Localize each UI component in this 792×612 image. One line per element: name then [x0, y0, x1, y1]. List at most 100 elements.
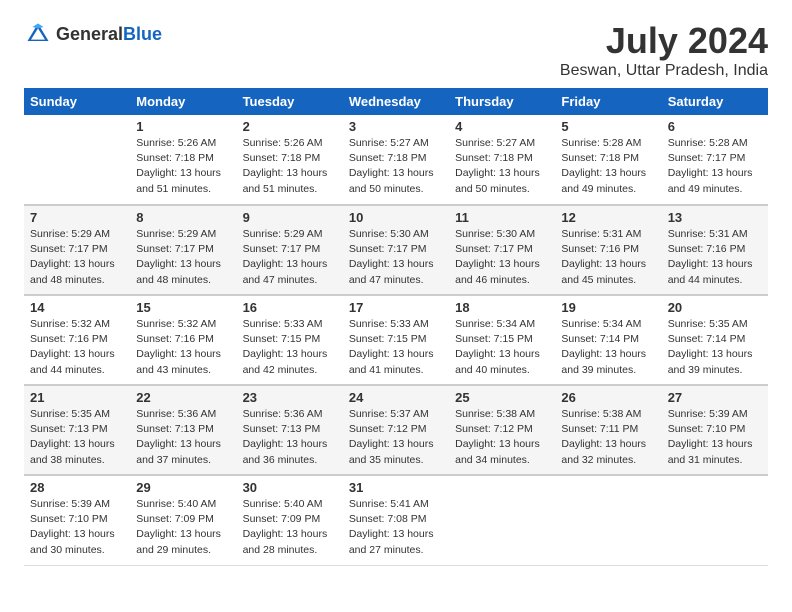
day-number: 14 [30, 300, 124, 315]
day-details: Sunrise: 5:35 AMSunset: 7:14 PMDaylight:… [668, 317, 762, 378]
calendar-cell: 14 Sunrise: 5:32 AMSunset: 7:16 PMDayligh… [24, 295, 130, 385]
calendar-cell: 2Sunrise: 5:26 AMSunset: 7:18 PMDaylight… [237, 115, 343, 205]
day-number: 8 [136, 210, 230, 225]
day-number: 31 [349, 480, 443, 495]
day-number: 1 [136, 119, 230, 134]
calendar-cell: 29 Sunrise: 5:40 AMSunset: 7:09 PMDayligh… [130, 475, 236, 565]
day-details: Sunrise: 5:29 AMSunset: 7:17 PMDaylight:… [243, 227, 337, 288]
logo-text-blue: Blue [123, 24, 162, 44]
calendar-cell: 6 Sunrise: 5:28 AMSunset: 7:17 PMDaylight… [662, 115, 768, 205]
calendar-cell [449, 475, 555, 565]
day-details: Sunrise: 5:30 AMSunset: 7:17 PMDaylight:… [349, 227, 443, 288]
day-number: 12 [561, 210, 655, 225]
day-details: Sunrise: 5:29 AMSunset: 7:17 PMDaylight:… [30, 227, 124, 288]
column-header-sunday: Sunday [24, 88, 130, 115]
day-number: 18 [455, 300, 549, 315]
day-number: 4 [455, 119, 549, 134]
main-title: July 2024 [560, 20, 768, 62]
day-details: Sunrise: 5:32 AMSunset: 7:16 PMDaylight:… [136, 317, 230, 378]
day-number: 19 [561, 300, 655, 315]
calendar-cell: 5 Sunrise: 5:28 AMSunset: 7:18 PMDaylight… [555, 115, 661, 205]
day-details: Sunrise: 5:31 AMSunset: 7:16 PMDaylight:… [668, 227, 762, 288]
calendar-cell: 26Sunrise: 5:38 AMSunset: 7:11 PMDayligh… [555, 385, 661, 475]
calendar-cell: 4 Sunrise: 5:27 AMSunset: 7:18 PMDaylight… [449, 115, 555, 205]
day-details: Sunrise: 5:27 AMSunset: 7:18 PMDaylight:… [455, 136, 549, 197]
calendar-cell: 21 Sunrise: 5:35 AMSunset: 7:13 PMDayligh… [24, 385, 130, 475]
calendar-cell: 7 Sunrise: 5:29 AMSunset: 7:17 PMDaylight… [24, 205, 130, 295]
day-number: 29 [136, 480, 230, 495]
calendar-cell: 8Sunrise: 5:29 AMSunset: 7:17 PMDaylight… [130, 205, 236, 295]
day-number: 30 [243, 480, 337, 495]
calendar-cell: 19Sunrise: 5:34 AMSunset: 7:14 PMDayligh… [555, 295, 661, 385]
calendar-cell: 18 Sunrise: 5:34 AMSunset: 7:15 PMDayligh… [449, 295, 555, 385]
calendar-cell: 16 Sunrise: 5:33 AMSunset: 7:15 PMDayligh… [237, 295, 343, 385]
day-details: Sunrise: 5:40 AMSunset: 7:09 PMDaylight:… [136, 497, 230, 558]
day-number: 17 [349, 300, 443, 315]
day-number: 2 [243, 119, 337, 134]
day-number: 22 [136, 390, 230, 405]
day-number: 13 [668, 210, 762, 225]
calendar-week-row: 14 Sunrise: 5:32 AMSunset: 7:16 PMDayligh… [24, 295, 768, 385]
calendar-cell: 23 Sunrise: 5:36 AMSunset: 7:13 PMDayligh… [237, 385, 343, 475]
day-number: 23 [243, 390, 337, 405]
calendar-cell [662, 475, 768, 565]
day-number: 28 [30, 480, 124, 495]
day-number: 25 [455, 390, 549, 405]
day-details: Sunrise: 5:36 AMSunset: 7:13 PMDaylight:… [243, 407, 337, 468]
calendar-cell: 15 Sunrise: 5:32 AMSunset: 7:16 PMDayligh… [130, 295, 236, 385]
day-details: Sunrise: 5:40 AMSunset: 7:09 PMDaylight:… [243, 497, 337, 558]
column-header-saturday: Saturday [662, 88, 768, 115]
calendar-cell [555, 475, 661, 565]
calendar-week-row: 1 Sunrise: 5:26 AMSunset: 7:18 PMDaylight… [24, 115, 768, 205]
day-number: 7 [30, 210, 124, 225]
calendar-cell: 28 Sunrise: 5:39 AMSunset: 7:10 PMDayligh… [24, 475, 130, 565]
calendar-cell: 11Sunrise: 5:30 AMSunset: 7:17 PMDayligh… [449, 205, 555, 295]
day-number: 10 [349, 210, 443, 225]
day-details: Sunrise: 5:26 AMSunset: 7:18 PMDaylight:… [136, 136, 230, 197]
day-number: 26 [561, 390, 655, 405]
day-number: 20 [668, 300, 762, 315]
calendar-cell: 30 Sunrise: 5:40 AMSunset: 7:09 PMDayligh… [237, 475, 343, 565]
day-details: Sunrise: 5:31 AMSunset: 7:16 PMDaylight:… [561, 227, 655, 288]
day-details: Sunrise: 5:39 AMSunset: 7:10 PMDaylight:… [30, 497, 124, 558]
day-details: Sunrise: 5:37 AMSunset: 7:12 PMDaylight:… [349, 407, 443, 468]
day-number: 16 [243, 300, 337, 315]
day-details: Sunrise: 5:39 AMSunset: 7:10 PMDaylight:… [668, 407, 762, 468]
day-details: Sunrise: 5:28 AMSunset: 7:18 PMDaylight:… [561, 136, 655, 197]
day-number: 21 [30, 390, 124, 405]
logo-text-general: General [56, 24, 123, 44]
day-details: Sunrise: 5:28 AMSunset: 7:17 PMDaylight:… [668, 136, 762, 197]
calendar-cell: 1 Sunrise: 5:26 AMSunset: 7:18 PMDaylight… [130, 115, 236, 205]
calendar-cell: 12 Sunrise: 5:31 AMSunset: 7:16 PMDayligh… [555, 205, 661, 295]
calendar-cell [24, 115, 130, 205]
title-area: July 2024 Beswan, Uttar Pradesh, India [560, 20, 768, 80]
calendar-cell: 13 Sunrise: 5:31 AMSunset: 7:16 PMDayligh… [662, 205, 768, 295]
day-details: Sunrise: 5:33 AMSunset: 7:15 PMDaylight:… [243, 317, 337, 378]
day-number: 5 [561, 119, 655, 134]
calendar-cell: 10 Sunrise: 5:30 AMSunset: 7:17 PMDayligh… [343, 205, 449, 295]
day-number: 15 [136, 300, 230, 315]
column-header-thursday: Thursday [449, 88, 555, 115]
day-details: Sunrise: 5:36 AMSunset: 7:13 PMDaylight:… [136, 407, 230, 468]
calendar-cell: 24Sunrise: 5:37 AMSunset: 7:12 PMDayligh… [343, 385, 449, 475]
calendar-cell: 3 Sunrise: 5:27 AMSunset: 7:18 PMDaylight… [343, 115, 449, 205]
day-details: Sunrise: 5:35 AMSunset: 7:13 PMDaylight:… [30, 407, 124, 468]
day-details: Sunrise: 5:32 AMSunset: 7:16 PMDaylight:… [30, 317, 124, 378]
day-number: 27 [668, 390, 762, 405]
logo: GeneralBlue [24, 20, 162, 48]
calendar-cell: 9 Sunrise: 5:29 AMSunset: 7:17 PMDaylight… [237, 205, 343, 295]
day-number: 6 [668, 119, 762, 134]
calendar-table: SundayMondayTuesdayWednesdayThursdayFrid… [24, 88, 768, 566]
calendar-cell: 22 Sunrise: 5:36 AMSunset: 7:13 PMDayligh… [130, 385, 236, 475]
column-header-tuesday: Tuesday [237, 88, 343, 115]
logo-icon [24, 20, 52, 48]
day-details: Sunrise: 5:38 AMSunset: 7:12 PMDaylight:… [455, 407, 549, 468]
day-details: Sunrise: 5:30 AMSunset: 7:17 PMDaylight:… [455, 227, 549, 288]
calendar-cell: 27 Sunrise: 5:39 AMSunset: 7:10 PMDayligh… [662, 385, 768, 475]
day-number: 3 [349, 119, 443, 134]
day-details: Sunrise: 5:34 AMSunset: 7:15 PMDaylight:… [455, 317, 549, 378]
day-details: Sunrise: 5:41 AMSunset: 7:08 PMDaylight:… [349, 497, 443, 558]
day-details: Sunrise: 5:27 AMSunset: 7:18 PMDaylight:… [349, 136, 443, 197]
day-number: 9 [243, 210, 337, 225]
column-header-wednesday: Wednesday [343, 88, 449, 115]
